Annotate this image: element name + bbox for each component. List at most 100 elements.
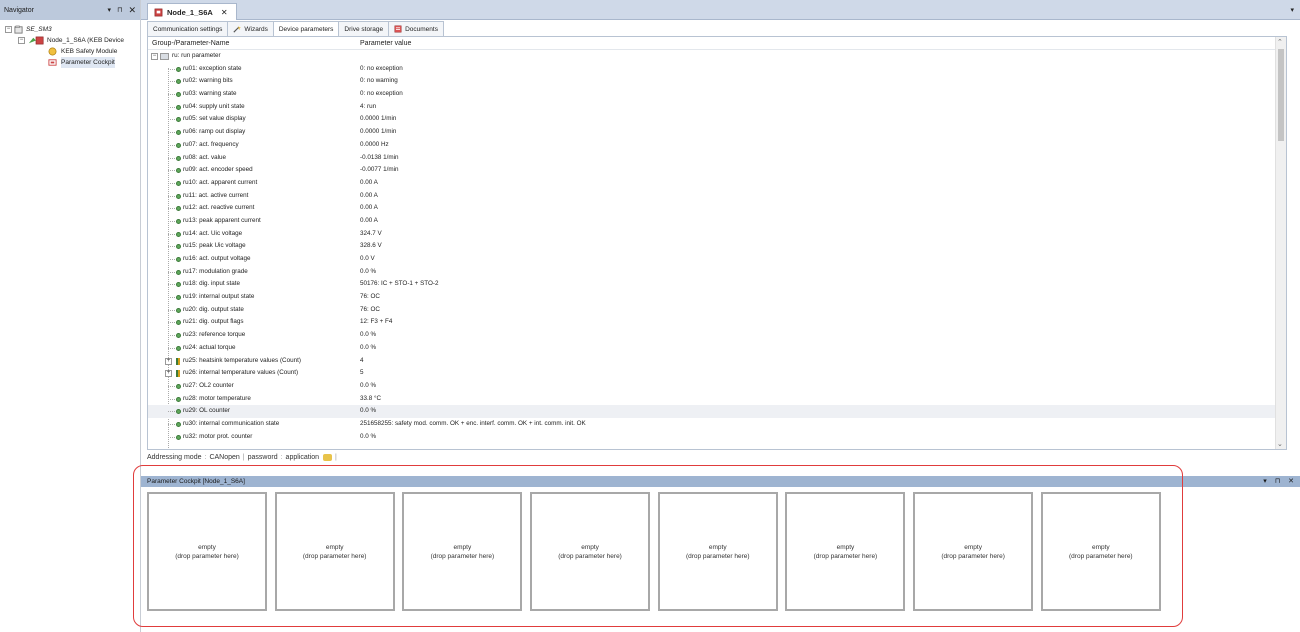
dropdown-icon[interactable]: ▾: [1263, 478, 1267, 485]
parameter-value[interactable]: 0.0 %: [360, 266, 376, 279]
tree-item-safety-module[interactable]: KEB Safety Module: [0, 46, 140, 57]
scroll-up-icon[interactable]: ⌃: [1277, 38, 1283, 46]
parameter-value[interactable]: -0.0138 1/min: [360, 152, 399, 165]
parameter-value[interactable]: 33.8 °C: [360, 393, 381, 406]
parameter-value[interactable]: 0.0 %: [360, 329, 376, 342]
parameter-value[interactable]: 0.0000 1/min: [360, 113, 396, 126]
pin-icon[interactable]: ⊓: [117, 6, 122, 14]
table-row[interactable]: ru03: warning state 0: no exception: [148, 88, 1286, 101]
parameter-value[interactable]: 4: [360, 355, 364, 368]
table-row[interactable]: ru14: act. Uic voltage 324.7 V: [148, 228, 1286, 241]
table-row[interactable]: ru20: dig. output state 76: OC: [148, 304, 1286, 317]
parameter-value[interactable]: 0.00 A: [360, 190, 378, 203]
parameter-value[interactable]: 0: no exception: [360, 88, 403, 101]
parameter-value[interactable]: 0.0 %: [360, 380, 376, 393]
pin-icon[interactable]: ⊓: [1275, 478, 1280, 485]
collapse-icon[interactable]: −: [18, 37, 25, 44]
scroll-down-icon[interactable]: ⌄: [1277, 440, 1283, 448]
parameter-value[interactable]: 5: [360, 367, 364, 380]
parameter-value[interactable]: 12: F3 + F4: [360, 316, 392, 329]
table-row[interactable]: ru18: dig. input state 50176: IC + STO-1 …: [148, 278, 1286, 291]
table-row[interactable]: ru30: internal communication state 251658…: [148, 418, 1286, 431]
collapse-icon[interactable]: −: [151, 53, 158, 60]
table-row[interactable]: ru19: internal output state 76: OC: [148, 291, 1286, 304]
parameter-value[interactable]: 328.6 V: [360, 240, 382, 253]
table-row[interactable]: ru23: reference torque 0.0 %: [148, 329, 1286, 342]
tab-wizards[interactable]: Wizards: [227, 21, 274, 36]
table-row[interactable]: ru11: act. active current 0.00 A: [148, 190, 1286, 203]
parameter-value[interactable]: 324.7 V: [360, 228, 382, 241]
table-row[interactable]: ru12: act. reactive current 0.00 A: [148, 202, 1286, 215]
table-row[interactable]: ru08: act. value -0.0138 1/min: [148, 152, 1286, 165]
table-row[interactable]: ru02: warning bits 0: no warning: [148, 75, 1286, 88]
table-row[interactable]: ru06: ramp out display 0.0000 1/min: [148, 126, 1286, 139]
table-row[interactable]: ru29: OL counter 0.0 %: [148, 405, 1286, 418]
parameter-value[interactable]: 0.00 A: [360, 202, 378, 215]
dropdown-icon[interactable]: ▾: [107, 6, 111, 14]
cockpit-slot[interactable]: empty (drop parameter here): [913, 492, 1034, 611]
cockpit-slot[interactable]: empty (drop parameter here): [1040, 492, 1161, 611]
close-icon[interactable]: ✕: [221, 8, 228, 17]
table-row[interactable]: ru17: modulation grade 0.0 %: [148, 266, 1286, 279]
table-row[interactable]: ru13: peak apparent current 0.00 A: [148, 215, 1286, 228]
parameter-value[interactable]: 0.0 %: [360, 405, 376, 418]
password-value[interactable]: application: [286, 454, 319, 461]
parameter-value[interactable]: 0.0 V: [360, 253, 375, 266]
column-header-value[interactable]: Parameter value: [360, 40, 411, 47]
tab-list-dropdown-icon[interactable]: ▾: [1290, 6, 1294, 14]
parameter-value[interactable]: 4: run: [360, 101, 376, 114]
table-row[interactable]: ru05: set value display 0.0000 1/min: [148, 113, 1286, 126]
collapse-icon[interactable]: −: [5, 26, 12, 33]
tab-documents[interactable]: Documents: [388, 21, 444, 36]
tree-item-project[interactable]: − SE_SM3: [0, 24, 140, 35]
tree-item-parameter-cockpit[interactable]: Parameter Cockpit: [0, 57, 140, 68]
scrollbar-thumb[interactable]: [1278, 49, 1284, 141]
cockpit-slot[interactable]: empty (drop parameter here): [402, 492, 523, 611]
parameter-value[interactable]: 0.0000 1/min: [360, 126, 396, 139]
parameter-value[interactable]: 0.0000 Hz: [360, 139, 389, 152]
close-icon[interactable]: ✕: [128, 5, 136, 16]
cockpit-slot[interactable]: empty (drop parameter here): [530, 492, 651, 611]
table-row[interactable]: ru21: dig. output flags 12: F3 + F4: [148, 316, 1286, 329]
table-row[interactable]: ru28: motor temperature 33.8 °C: [148, 393, 1286, 406]
parameter-value[interactable]: 0.0 %: [360, 342, 376, 355]
parameter-value[interactable]: 251658255: safety mod. comm. OK + enc. i…: [360, 418, 586, 431]
parameter-value[interactable]: 0: no exception: [360, 63, 403, 76]
parameter-value[interactable]: 0.00 A: [360, 177, 378, 190]
parameter-value[interactable]: 76: OC: [360, 304, 380, 317]
table-row[interactable]: ru01: exception state 0: no exception: [148, 63, 1286, 76]
cockpit-slot[interactable]: empty (drop parameter here): [147, 492, 267, 611]
table-row[interactable]: ru09: act. encoder speed -0.0077 1/min: [148, 164, 1286, 177]
parameter-value[interactable]: 0.00 A: [360, 215, 378, 228]
cockpit-slot[interactable]: empty (drop parameter here): [274, 492, 395, 611]
document-tab[interactable]: Node_1_S6A ✕: [147, 3, 237, 20]
table-row[interactable]: + ru25: heatsink temperature values (Coun…: [148, 355, 1286, 368]
table-row[interactable]: ru15: peak Uic voltage 328.6 V: [148, 240, 1286, 253]
close-icon[interactable]: ✕: [1288, 478, 1294, 485]
vertical-scrollbar[interactable]: ⌃ ⌄: [1275, 37, 1286, 449]
table-row[interactable]: + ru26: internal temperature values (Coun…: [148, 367, 1286, 380]
group-row[interactable]: − ru: run parameter: [148, 50, 1286, 63]
parameter-value[interactable]: 0: no warning: [360, 75, 398, 88]
table-row[interactable]: ru10: act. apparent current 0.00 A: [148, 177, 1286, 190]
table-row[interactable]: ru04: supply unit state 4: run: [148, 101, 1286, 114]
column-header-name[interactable]: Group-/Parameter-Name: [148, 40, 360, 47]
parameter-value[interactable]: -0.0077 1/min: [360, 164, 399, 177]
tab-drive-storage[interactable]: Drive storage: [338, 21, 390, 36]
table-row[interactable]: ru16: act. output voltage 0.0 V: [148, 253, 1286, 266]
parameter-value[interactable]: 76: OC: [360, 291, 380, 304]
addressing-mode-value[interactable]: CANopen: [209, 454, 239, 461]
tree-item-node[interactable]: − Node_1_S6A (KEB Device: [0, 35, 140, 46]
table-row[interactable]: ru32: motor prot. counter 0.0 %: [148, 431, 1286, 444]
table-row[interactable]: ru24: actual torque 0.0 %: [148, 342, 1286, 355]
tab-communication-settings[interactable]: Communication settings: [147, 21, 229, 36]
table-row[interactable]: ru07: act. frequency 0.0000 Hz: [148, 139, 1286, 152]
expand-icon[interactable]: +: [165, 370, 172, 378]
table-row[interactable]: ru27: OL2 counter 0.0 %: [148, 380, 1286, 393]
key-icon[interactable]: [323, 454, 333, 461]
tab-device-parameters[interactable]: Device parameters: [272, 21, 340, 36]
parameter-value[interactable]: 50176: IC + STO-1 + STO-2: [360, 278, 439, 291]
cockpit-slot[interactable]: empty (drop parameter here): [785, 492, 906, 611]
expand-icon[interactable]: +: [165, 357, 172, 365]
cockpit-slot[interactable]: empty (drop parameter here): [657, 492, 778, 611]
